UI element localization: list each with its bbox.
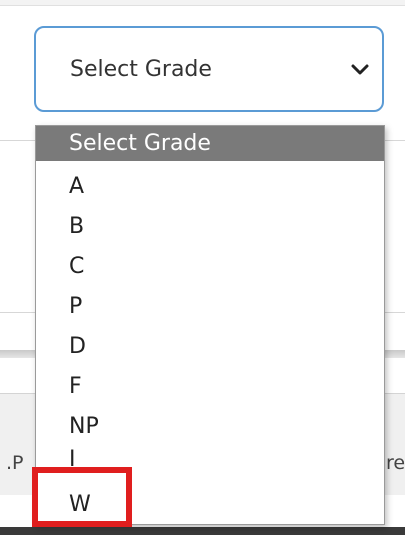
- option-p[interactable]: P: [36, 289, 384, 324]
- grade-select[interactable]: Select Grade: [34, 26, 384, 112]
- column-header-fragment-left: .P: [6, 452, 24, 474]
- grade-options-list: Select Grade A B C P D F NP I W: [35, 125, 385, 525]
- highlight-box: [32, 467, 132, 527]
- option-a[interactable]: A: [36, 169, 384, 204]
- page-top-edge: [0, 0, 405, 6]
- option-c[interactable]: C: [36, 249, 384, 284]
- page-bottom-edge: [0, 527, 405, 535]
- option-b[interactable]: B: [36, 209, 384, 244]
- option-select-grade[interactable]: Select Grade: [36, 126, 384, 161]
- chevron-down-icon: [351, 64, 369, 75]
- option-f[interactable]: F: [36, 369, 384, 404]
- option-np[interactable]: NP: [36, 409, 384, 444]
- grade-select-value: Select Grade: [70, 57, 212, 82]
- option-d[interactable]: D: [36, 329, 384, 364]
- column-header-fragment-right: re: [386, 452, 405, 474]
